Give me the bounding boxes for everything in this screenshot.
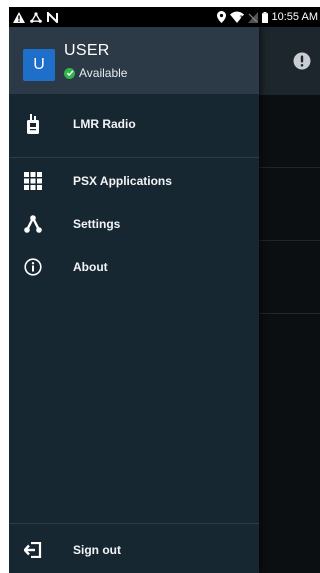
user-name: USER [64,42,110,59]
menu-item-settings[interactable]: Settings [9,204,259,244]
presence-status[interactable]: Available [64,66,127,80]
wifi-icon: ? [229,11,244,23]
menu-item-label: About [73,260,108,274]
navigation-drawer: U USER Available LMR Radio PSX Applicati… [9,27,259,573]
clock: 10:55 AM [271,11,318,23]
background-row [259,241,320,314]
sign-out-icon [23,540,43,560]
warning-icon [13,11,25,23]
presence-status-label: Available [79,66,128,80]
drawer-header: U USER Available [9,27,259,94]
background-app [259,27,320,573]
settings-nodes-icon [23,214,43,234]
menu-item-psx-applications[interactable]: PSX Applications [9,161,259,201]
menu-item-label: PSX Applications [73,174,172,188]
background-app-bar [259,27,320,95]
divider [9,523,259,524]
menu-item-label: Settings [73,217,121,231]
nfc-icon [47,11,58,23]
background-row [259,95,320,168]
menu-item-about[interactable]: About [9,247,259,287]
avatar[interactable]: U [23,49,55,81]
divider [9,157,259,158]
menu-item-sign-out[interactable]: Sign out [9,530,259,570]
no-signal-icon [247,11,258,23]
svg-text:?: ? [239,15,243,22]
background-row [259,168,320,241]
location-icon [216,11,226,23]
check-circle-icon [64,67,75,79]
info-icon [23,257,43,277]
battery-icon [261,11,268,23]
menu-item-lmr-radio[interactable]: LMR Radio [9,104,259,144]
status-bar: ? 10:55 AM [9,7,320,27]
network-triangle-icon [30,11,42,23]
radio-icon [23,114,43,134]
menu-item-label: Sign out [73,543,121,557]
alert-icon[interactable] [293,52,311,75]
grid-icon [23,171,43,191]
phone-screen: ? 10:55 AM U USER Available LMR Radio PS… [9,7,320,573]
menu-item-label: LMR Radio [73,117,136,131]
